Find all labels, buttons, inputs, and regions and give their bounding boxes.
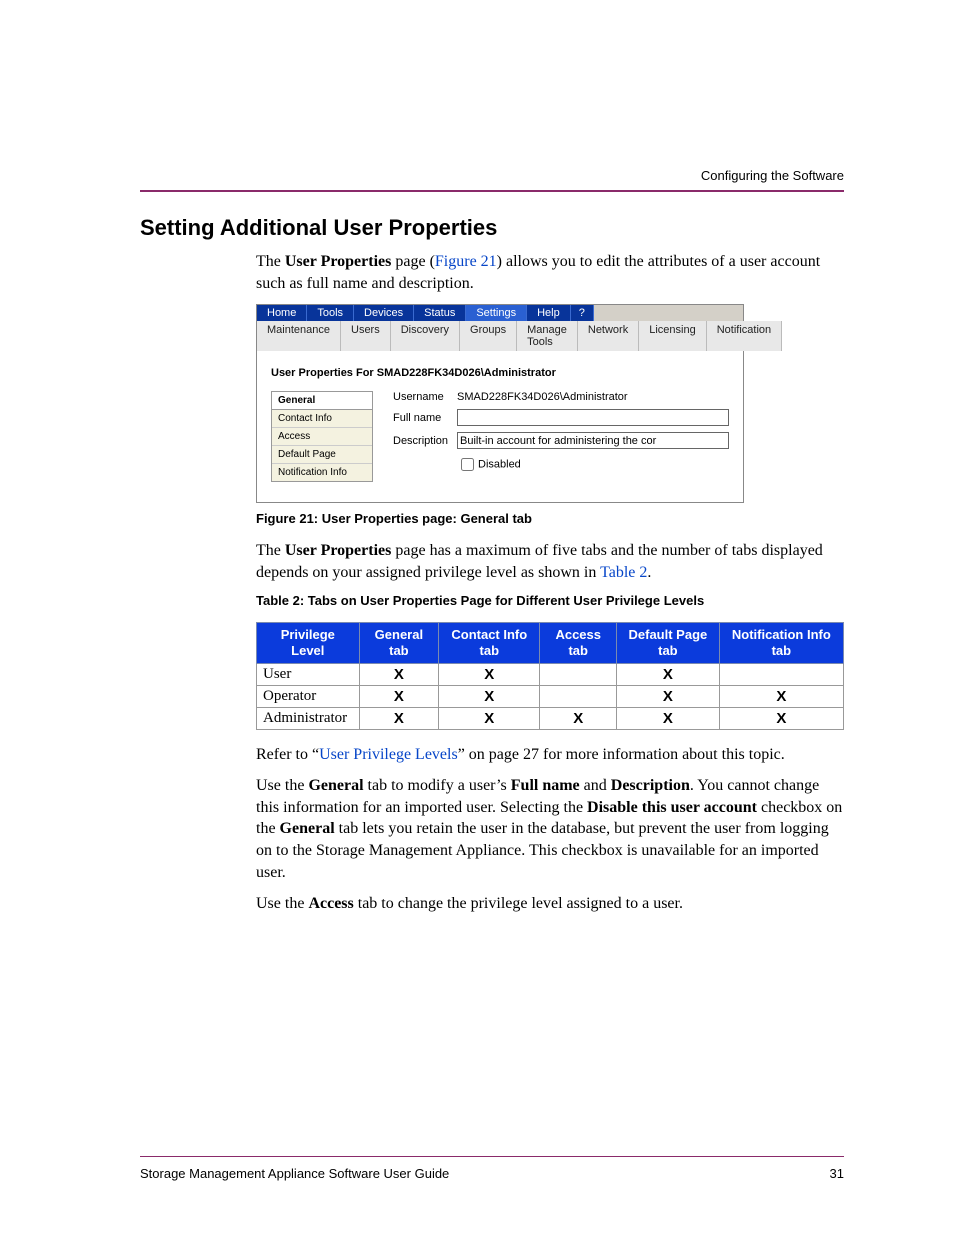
th-notification-info-tab: Notification Info tab <box>719 623 843 663</box>
cell <box>540 685 617 707</box>
cell-level: User <box>257 663 360 685</box>
text: Use the <box>256 895 308 912</box>
nav-status[interactable]: Status <box>414 305 466 321</box>
nav-help-icon[interactable]: ? <box>571 305 594 321</box>
disabled-label: Disabled <box>478 459 521 471</box>
description-input[interactable] <box>457 432 729 449</box>
screenshot-title: User Properties For SMAD228FK34D026\Admi… <box>271 367 729 379</box>
general-tab-paragraph: Use the General tab to modify a user’s F… <box>256 775 844 883</box>
cell: X <box>617 707 720 729</box>
nav-tools[interactable]: Tools <box>307 305 354 321</box>
cell: X <box>719 707 843 729</box>
cell: X <box>439 663 540 685</box>
page-number: 31 <box>830 1166 844 1181</box>
term-general: General <box>280 820 335 837</box>
cell: X <box>439 707 540 729</box>
table-link[interactable]: Table 2 <box>600 564 647 581</box>
subnav-groups[interactable]: Groups <box>460 321 517 351</box>
crossref-link[interactable]: User Privilege Levels <box>319 746 458 763</box>
th-access-tab: Access tab <box>540 623 617 663</box>
text: tab lets you retain the user in the data… <box>256 820 829 880</box>
text: ” on page 27 for more information about … <box>458 746 785 763</box>
text: The <box>256 542 285 559</box>
cell: X <box>359 663 439 685</box>
table-row: Operator X X X X <box>257 685 844 707</box>
intro-paragraph: The User Properties page (Figure 21) all… <box>256 251 844 294</box>
subnav-users[interactable]: Users <box>341 321 391 351</box>
footer-rule <box>140 1156 844 1157</box>
cell: X <box>439 685 540 707</box>
text: page ( <box>391 253 435 270</box>
table-caption: Table 2: Tabs on User Properties Page fo… <box>256 593 844 608</box>
text: tab to modify a user’s <box>364 777 511 794</box>
th-contact-info-tab: Contact Info tab <box>439 623 540 663</box>
figure-caption: Figure 21: User Properties page: General… <box>256 511 844 526</box>
cell: X <box>617 663 720 685</box>
th-general-tab: General tab <box>359 623 439 663</box>
section-heading: Setting Additional User Properties <box>140 215 844 241</box>
fullname-label: Full name <box>393 412 457 424</box>
cell-level: Operator <box>257 685 360 707</box>
cell: X <box>617 685 720 707</box>
tab-contact-info[interactable]: Contact Info <box>272 410 372 428</box>
nav-settings[interactable]: Settings <box>466 305 527 321</box>
text: . <box>647 564 651 581</box>
th-privilege-level: Privilege Level <box>257 623 360 663</box>
tab-notification-info[interactable]: Notification Info <box>272 464 372 481</box>
text: and <box>580 777 611 794</box>
refer-paragraph: Refer to “User Privilege Levels” on page… <box>256 744 844 766</box>
tab-access[interactable]: Access <box>272 428 372 446</box>
term-user-properties: User Properties <box>285 253 391 270</box>
table-row: Administrator X X X X X <box>257 707 844 729</box>
text: Refer to “ <box>256 746 319 763</box>
text: Use the <box>256 777 308 794</box>
privilege-table: Privilege Level General tab Contact Info… <box>256 622 844 729</box>
disabled-checkbox[interactable] <box>461 458 474 471</box>
term-full-name: Full name <box>511 777 580 794</box>
tab-general[interactable]: General <box>272 392 372 410</box>
cell: X <box>359 685 439 707</box>
text: tab to change the privilege level assign… <box>354 895 683 912</box>
subnav-notification[interactable]: Notification <box>707 321 782 351</box>
access-tab-paragraph: Use the Access tab to change the privile… <box>256 893 844 915</box>
cell: X <box>719 685 843 707</box>
subnav-network[interactable]: Network <box>578 321 639 351</box>
cell: X <box>540 707 617 729</box>
figure-link[interactable]: Figure 21 <box>435 253 497 270</box>
cell <box>719 663 843 685</box>
cell-level: Administrator <box>257 707 360 729</box>
subnav-maintenance[interactable]: Maintenance <box>257 321 341 351</box>
text: The <box>256 253 285 270</box>
username-value: SMAD228FK34D026\Administrator <box>457 391 729 403</box>
footer-title: Storage Management Appliance Software Us… <box>140 1166 449 1181</box>
header-rule <box>140 190 844 192</box>
nav-help[interactable]: Help <box>527 305 571 321</box>
figure-screenshot: Home Tools Devices Status Settings Help … <box>256 304 744 503</box>
subnav-licensing[interactable]: Licensing <box>639 321 706 351</box>
username-label: Username <box>393 391 457 403</box>
subnav-manage-tools[interactable]: Manage Tools <box>517 321 578 351</box>
term-general: General <box>308 777 363 794</box>
side-tabs: General Contact Info Access Default Page… <box>271 391 373 482</box>
nav-sub-row: Maintenance Users Discovery Groups Manag… <box>257 321 743 351</box>
term-access: Access <box>308 895 353 912</box>
nav-top-row: Home Tools Devices Status Settings Help … <box>257 305 743 321</box>
description-label: Description <box>393 435 457 447</box>
term-disable-account: Disable this user account <box>587 799 757 816</box>
running-header: Configuring the Software <box>701 168 844 183</box>
table-row: User X X X <box>257 663 844 685</box>
subnav-discovery[interactable]: Discovery <box>391 321 460 351</box>
term-description: Description <box>611 777 690 794</box>
tab-default-page[interactable]: Default Page <box>272 446 372 464</box>
cell: X <box>359 707 439 729</box>
nav-devices[interactable]: Devices <box>354 305 414 321</box>
cell <box>540 663 617 685</box>
tabs-paragraph: The User Properties page has a maximum o… <box>256 540 844 583</box>
nav-home[interactable]: Home <box>257 305 307 321</box>
term-user-properties: User Properties <box>285 542 391 559</box>
fullname-input[interactable] <box>457 409 729 426</box>
th-default-page-tab: Default Page tab <box>617 623 720 663</box>
